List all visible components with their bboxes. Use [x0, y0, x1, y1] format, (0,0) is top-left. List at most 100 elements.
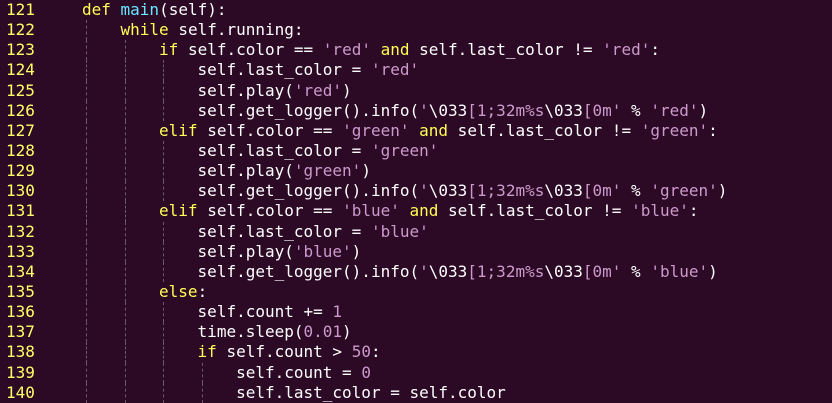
code-line[interactable]: 127 elif self.color == 'green' and self.l…	[0, 120, 832, 141]
code-token: \033	[428, 261, 468, 281]
code-line[interactable]: 138 if self.count > 50:	[0, 342, 832, 363]
indent-guide	[163, 80, 165, 101]
code-line[interactable]: 126 self.get_logger().info('\033[1;32m%s\…	[0, 100, 832, 121]
code-text: self.get_logger().info('\033[1;32m%s\033…	[198, 181, 728, 201]
code-line[interactable]: 132 self.last_color = 'blue'	[0, 221, 832, 242]
code-line[interactable]: 137 time.sleep(0.01)	[0, 322, 832, 343]
code-token: 'green'	[640, 120, 709, 140]
indent-guide	[86, 120, 87, 141]
code-editor[interactable]: 121 def main(self): 122 while self.running:…	[0, 0, 832, 403]
code-token: 'red'	[602, 40, 651, 60]
indent-guide	[86, 302, 87, 323]
indent-guide	[86, 362, 87, 383]
code-text: while self.running:	[121, 20, 304, 40]
indent-guide	[124, 261, 126, 282]
code-text: self.count += 1	[198, 302, 343, 322]
indent-guide	[86, 281, 87, 303]
indent-guide	[86, 201, 87, 222]
code-token: 'blue'	[650, 261, 709, 281]
code-text: elif self.color == 'green' and self.last…	[159, 121, 718, 141]
code-line[interactable]: 122 while self.running:	[0, 20, 832, 41]
code-token: 0.01	[303, 322, 343, 342]
indent-guide	[86, 181, 87, 202]
code-line[interactable]: 124 self.last_color = 'red'	[0, 60, 832, 81]
code-text: time.sleep(0.01)	[198, 322, 352, 342]
code-token: main	[120, 0, 160, 19]
line-number: 137	[6, 322, 35, 342]
code-token: if	[159, 40, 188, 60]
code-token: if	[197, 342, 227, 362]
indent-guide	[124, 302, 126, 323]
code-text: else:	[159, 282, 207, 302]
code-line[interactable]: 140 self.last_color = self.color	[0, 382, 832, 403]
code-token: )	[717, 181, 728, 201]
code-line[interactable]: 134 self.get_logger().info('\033[1;32m%s\…	[0, 261, 832, 282]
code-line[interactable]: 125 self.play('red')	[0, 80, 832, 101]
code-token: :	[708, 120, 718, 140]
indent-guide	[124, 60, 126, 81]
indent-guide	[124, 80, 126, 101]
code-line[interactable]: 135 else:	[0, 281, 832, 303]
code-token: while	[120, 20, 179, 40]
indent-guide	[201, 382, 203, 403]
indent-guide	[163, 362, 165, 383]
code-token: '	[419, 261, 429, 281]
code-line[interactable]: 131 elif self.color == 'blue' and self.la…	[0, 201, 832, 222]
indent-guide	[86, 221, 87, 242]
code-token: 1	[332, 302, 343, 322]
code-token: self.last_color = self.color	[236, 382, 506, 402]
indent-guide	[163, 322, 165, 343]
indent-guide	[86, 382, 87, 403]
code-text: if self.count > 50:	[198, 342, 381, 362]
line-number: 128	[6, 140, 35, 160]
code-token: \033	[544, 100, 583, 120]
code-line[interactable]: 129 self.play('green')	[0, 161, 832, 182]
code-token: self.last_color =	[197, 140, 371, 160]
code-token: 'red'	[322, 40, 371, 60]
code-token: self.last_color !=	[438, 201, 632, 221]
code-token: [0m'	[582, 261, 622, 281]
indent-guide	[86, 60, 87, 81]
code-token: elif	[159, 120, 208, 140]
code-token: [1;32m%s	[467, 181, 545, 201]
line-number: 140	[6, 382, 35, 402]
code-token: 'blue'	[631, 201, 689, 221]
code-token: self.color ==	[187, 40, 323, 60]
code-line[interactable]: 121 def main(self):	[0, 0, 832, 20]
indent-guide	[163, 100, 165, 121]
code-token: self.color ==	[207, 120, 343, 140]
code-token: (self):	[159, 0, 227, 19]
line-number: 129	[6, 161, 35, 181]
code-token: self.get_logger().info(	[197, 261, 420, 281]
indent-guide	[86, 322, 87, 343]
indent-guide	[163, 302, 165, 323]
code-token: self.count >	[226, 342, 352, 362]
code-token: :	[688, 201, 699, 221]
code-line[interactable]: 130 self.get_logger().info('\033[1;32m%s\…	[0, 181, 832, 202]
code-token: self.play(	[197, 80, 294, 100]
indent-guide	[124, 140, 126, 162]
indent-guide	[163, 382, 165, 403]
code-line[interactable]: 136 self.count += 1	[0, 302, 832, 323]
indent-guide	[163, 261, 165, 282]
code-line[interactable]: 123 if self.color == 'red' and self.last_…	[0, 40, 832, 61]
code-line[interactable]: 133 self.play('blue')	[0, 241, 832, 262]
code-token: self.count =	[236, 362, 362, 382]
code-token: )	[708, 261, 718, 281]
code-text: self.count = 0	[236, 363, 371, 383]
indent-guide	[124, 161, 126, 182]
code-token: [0m'	[582, 181, 622, 201]
code-line[interactable]: 128 self.last_color = 'green'	[0, 140, 832, 162]
line-number: 121	[6, 0, 35, 19]
code-text: if self.color == 'red' and self.last_col…	[159, 40, 660, 60]
indent-guide	[86, 20, 87, 41]
indent-guide	[86, 161, 87, 182]
line-number: 139	[6, 362, 35, 382]
code-text: self.last_color = 'red'	[198, 60, 420, 80]
code-token: 'green'	[370, 140, 439, 160]
code-token: and	[380, 40, 410, 60]
code-token: 'blue'	[342, 201, 400, 221]
code-line[interactable]: 139 self.count = 0	[0, 362, 832, 383]
indent-guide	[86, 342, 87, 363]
line-number: 124	[6, 60, 35, 80]
